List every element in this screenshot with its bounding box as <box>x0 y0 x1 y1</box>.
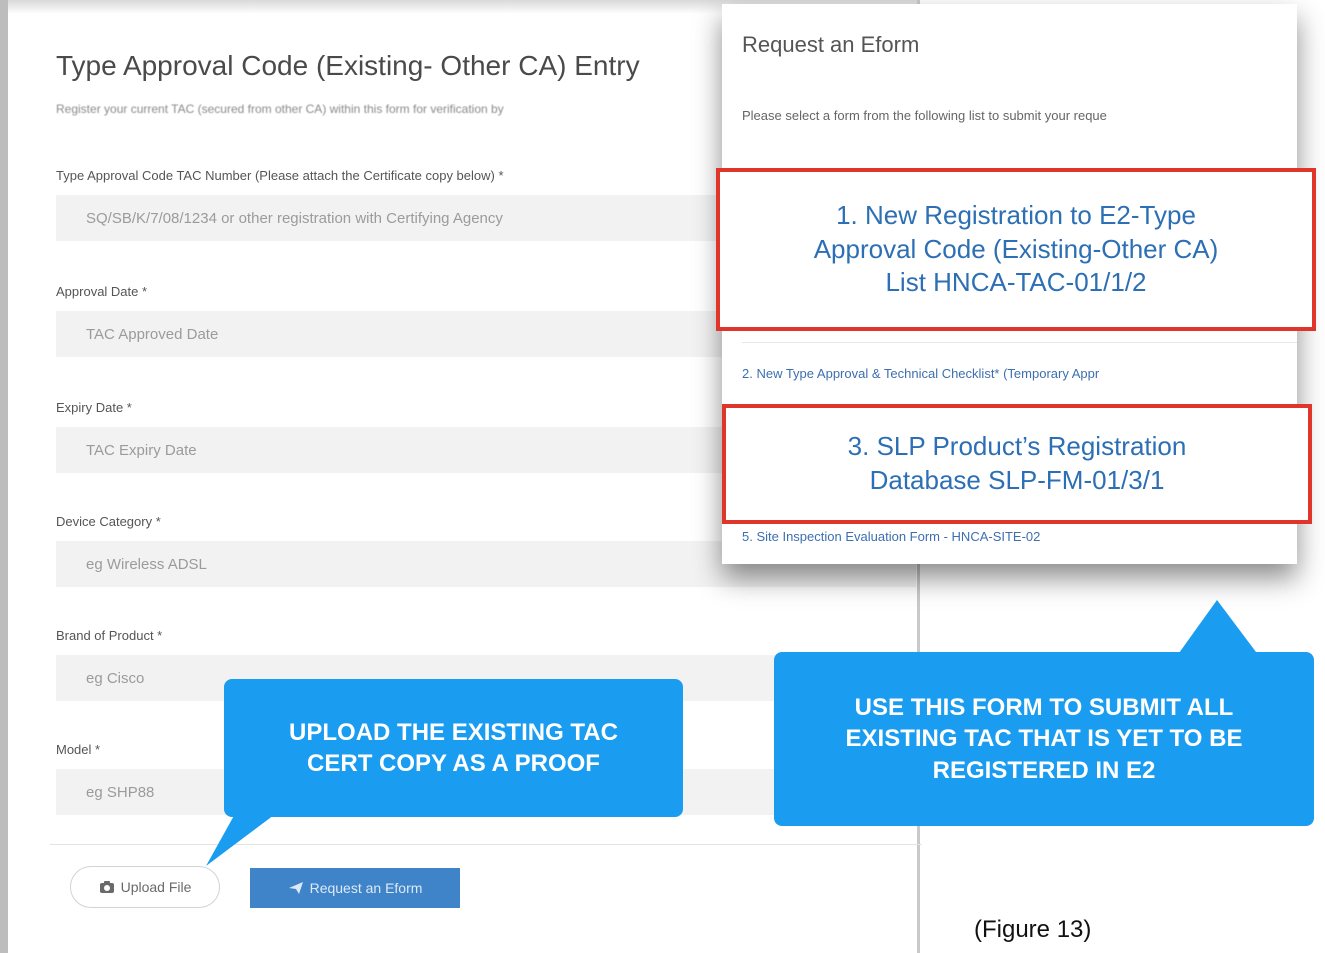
upload-proof-callout: UPLOAD THE EXISTING TAC CERT COPY AS A P… <box>224 679 683 817</box>
submit-form-callout-text: USE THIS FORM TO SUBMIT ALL EXISTING TAC… <box>845 694 1243 784</box>
submit-form-callout: USE THIS FORM TO SUBMIT ALL EXISTING TAC… <box>774 652 1314 826</box>
upload-proof-callout-text: UPLOAD THE EXISTING TAC CERT COPY AS A P… <box>289 718 618 777</box>
figure-caption: (Figure 13) <box>974 916 1092 943</box>
